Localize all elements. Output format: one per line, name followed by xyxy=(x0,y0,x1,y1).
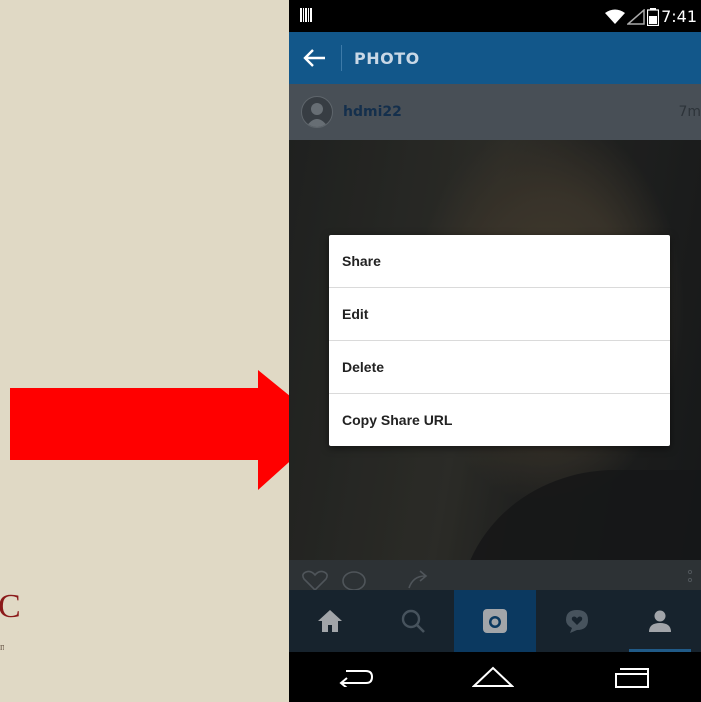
status-time: 7:41 xyxy=(661,7,697,26)
menu-item-edit[interactable]: Edit xyxy=(329,288,670,341)
signal-icon xyxy=(627,8,645,25)
app-bar: PHOTO xyxy=(289,32,701,84)
phone-screen: 7:41 PHOTO hdmi22 7m Share Edit Delete C… xyxy=(289,0,701,702)
logo-subtext: n xyxy=(0,642,4,653)
home-outline-icon[interactable] xyxy=(472,666,514,688)
menu-item-delete[interactable]: Delete xyxy=(329,341,670,394)
back-button[interactable] xyxy=(289,32,341,84)
wifi-icon xyxy=(605,9,626,24)
android-nav-bar xyxy=(289,652,701,702)
arrow-left-icon xyxy=(303,49,325,67)
status-bar: 7:41 xyxy=(289,0,701,32)
page-title: PHOTO xyxy=(354,48,420,68)
barcode-icon xyxy=(300,8,312,22)
menu-item-copy-share-url[interactable]: Copy Share URL xyxy=(329,394,670,446)
battery-icon xyxy=(647,7,660,26)
logo-letter: C xyxy=(0,588,21,625)
menu-item-share[interactable]: Share xyxy=(329,235,670,288)
recents-icon[interactable] xyxy=(612,666,652,688)
options-dialog: Share Edit Delete Copy Share URL xyxy=(329,235,670,446)
appbar-divider xyxy=(341,45,342,71)
red-arrow xyxy=(10,370,328,490)
back-icon[interactable] xyxy=(338,667,374,687)
